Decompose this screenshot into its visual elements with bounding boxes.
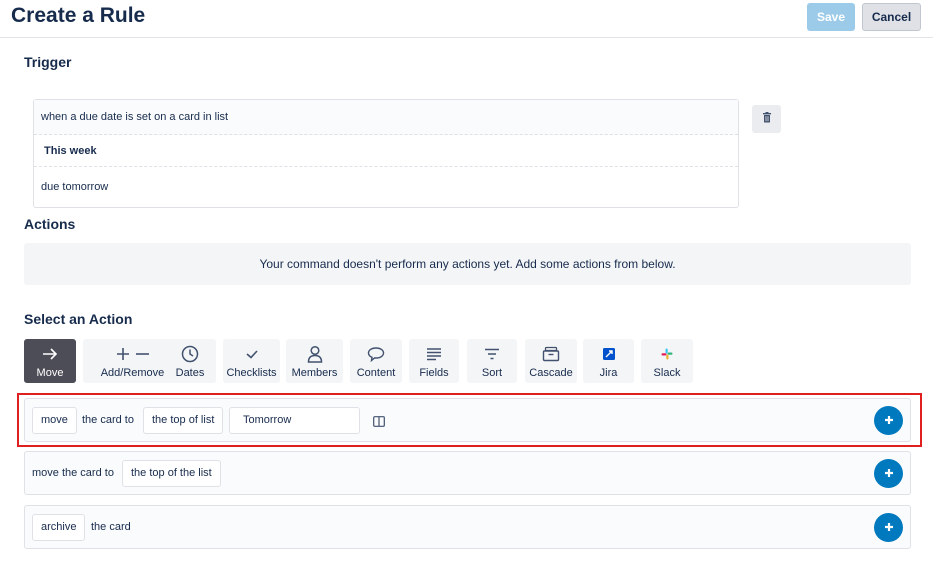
tab-content[interactable]: Content xyxy=(350,339,402,383)
move-card-text: move the card to xyxy=(32,467,114,479)
cancel-button[interactable]: Cancel xyxy=(862,3,921,31)
tab-checklists[interactable]: Checklists xyxy=(223,339,280,383)
plus-icon xyxy=(884,465,894,483)
trigger-list-name: This week xyxy=(34,135,738,167)
board-icon[interactable] xyxy=(373,414,385,432)
page-header: Create a Rule Save Cancel xyxy=(0,0,933,38)
arrow-right-icon xyxy=(42,344,58,364)
position-select[interactable]: the top of list xyxy=(143,407,224,434)
clock-icon xyxy=(181,344,199,364)
tab-dates[interactable]: Dates xyxy=(164,339,216,383)
action-card-move-card[interactable]: move the card to the top of the list xyxy=(24,451,911,495)
save-button[interactable]: Save xyxy=(807,3,855,31)
the-card-text: the card xyxy=(91,521,131,533)
jira-icon xyxy=(602,344,615,364)
trigger-condition: when a due date is set on a card in list xyxy=(34,100,738,135)
verb-select[interactable]: archive xyxy=(32,514,86,541)
plus-icon xyxy=(884,412,894,430)
add-action-button[interactable] xyxy=(874,459,903,488)
speech-bubble-icon xyxy=(367,344,385,364)
tab-slack[interactable]: Slack xyxy=(641,339,693,383)
list-name-input[interactable]: Tomorrow xyxy=(229,407,360,434)
trigger-box[interactable]: when a due date is set on a card in list… xyxy=(33,99,739,208)
tab-cascade[interactable]: Cascade xyxy=(525,339,577,383)
trigger-due-filter: due tomorrow xyxy=(41,181,109,193)
verb-select[interactable]: move xyxy=(32,407,77,434)
delete-trigger-button[interactable] xyxy=(752,105,781,133)
action-card-archive[interactable]: archive the card xyxy=(24,505,911,549)
add-action-button[interactable] xyxy=(874,513,903,542)
plus-icon xyxy=(884,519,894,537)
slack-icon xyxy=(661,344,673,364)
tab-sort[interactable]: Sort xyxy=(467,339,517,383)
archive-box-icon xyxy=(542,344,560,364)
trash-icon xyxy=(762,110,772,128)
actions-heading: Actions xyxy=(24,216,76,232)
trigger-heading: Trigger xyxy=(24,54,72,70)
tab-move[interactable]: Move xyxy=(24,339,76,383)
page-title: Create a Rule xyxy=(11,4,146,27)
person-icon xyxy=(307,344,323,364)
select-action-heading: Select an Action xyxy=(24,311,133,327)
tab-jira[interactable]: Jira xyxy=(583,339,634,383)
checkmark-icon xyxy=(245,344,259,364)
tab-members[interactable]: Members xyxy=(286,339,343,383)
action-card-move-to-list[interactable]: move the card to the top of list Tomorro… xyxy=(24,398,911,442)
empty-actions-message: Your command doesn't perform any actions… xyxy=(24,243,911,285)
lines-icon xyxy=(426,344,442,364)
plus-minus-icon xyxy=(116,344,150,364)
position-select[interactable]: the top of the list xyxy=(122,460,221,487)
card-to-text: the card to xyxy=(82,414,134,426)
filter-icon xyxy=(484,344,500,364)
tab-fields[interactable]: Fields xyxy=(409,339,459,383)
add-action-button[interactable] xyxy=(874,406,903,435)
